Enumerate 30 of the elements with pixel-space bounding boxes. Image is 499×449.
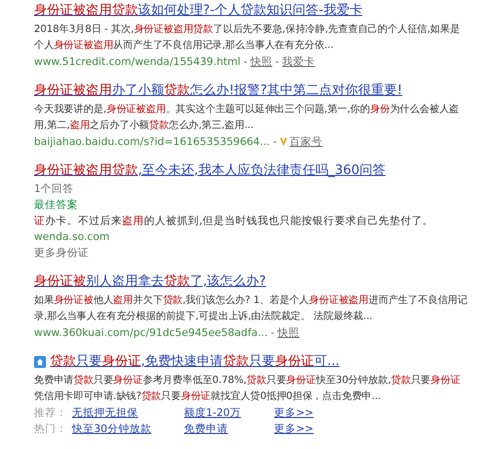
result-link[interactable]: 我爱卡 [282,54,316,70]
row-label: 推荐： [34,406,68,421]
result-link[interactable]: 快照 [250,54,272,70]
separator-text: - [244,55,248,70]
house-icon [34,356,46,368]
ad-link[interactable]: 更多>> [274,421,314,437]
result-snippet: 2018年3月8日 - 其次,身份证被盗用贷款了以后先不要急,保持冷静,先查查自己的个人征信,如果是个人身份证被盗用从而产生了不良信用记录,那么当事人在有充分依... [34,22,461,53]
row-label: 热门： [34,422,68,437]
ad-link[interactable]: 额度1-20万 [184,405,241,421]
best-answer-label: 最佳答案 [34,198,79,213]
result-snippet: 今天我要讲的是,身份证被盗用。其实这个主题可以延伸出三个问题,第一,你的身份为什么会被人盗用,第二,盗用之后办了小额贷款怎么办,第三,盗用... [34,102,460,133]
result-link[interactable]: 快照 [278,325,300,341]
more-results-link[interactable]: 更多身份证 [34,245,469,261]
separator-text: - [270,326,275,341]
result-url: www.51credit.com/wenda/155439.html [34,55,240,70]
ad-link[interactable]: 免费申请 [184,421,228,437]
answer-meta: 1个回答 [34,182,75,197]
result-snippet: 免费申请贷款只要身份证参考月费率低至0.78%,贷款只要身份证快至30分钟放款,贷款只要身份证 凭信用卡即可申请.缺钱?贷款只要身份证就找宜人贷0抵押0担保，点击免费申... [34,374,462,404]
ad-link[interactable]: 无抵押无担保 [72,405,138,421]
result-url: wenda.so.com [34,230,111,245]
ad-link[interactable]: 更多>> [274,405,314,421]
separator-text: - [275,55,280,70]
result-link[interactable]: 百家号 [290,134,323,150]
ad-link[interactable]: 快至30分钟放款 [72,421,152,437]
result-snippet: 证办卡。不过后来盗用的人被抓到,但是当时钱我也只能按银行要求自己先垫付了。 [34,214,434,229]
result-url: www.360kuai.com/pc/91dc5e945ee58adfa... [34,326,268,341]
result-url: baijiahao.baidu.com/s?id=1616535359664... [34,135,270,150]
separator-text: - [272,135,277,150]
result-title-link[interactable]: 贷款只要身份证,免费快速申请贷款只要身份证可... [50,354,340,370]
result-snippet: 如果身份证被他人盗用并欠下贷款,我们该怎么办? 1、若是个人身份证被盗用进而产生了不良信用记录,那么当事人在有充分根据的前提下,可提出上诉,由法院裁定。 法院最终裁... [34,294,469,324]
